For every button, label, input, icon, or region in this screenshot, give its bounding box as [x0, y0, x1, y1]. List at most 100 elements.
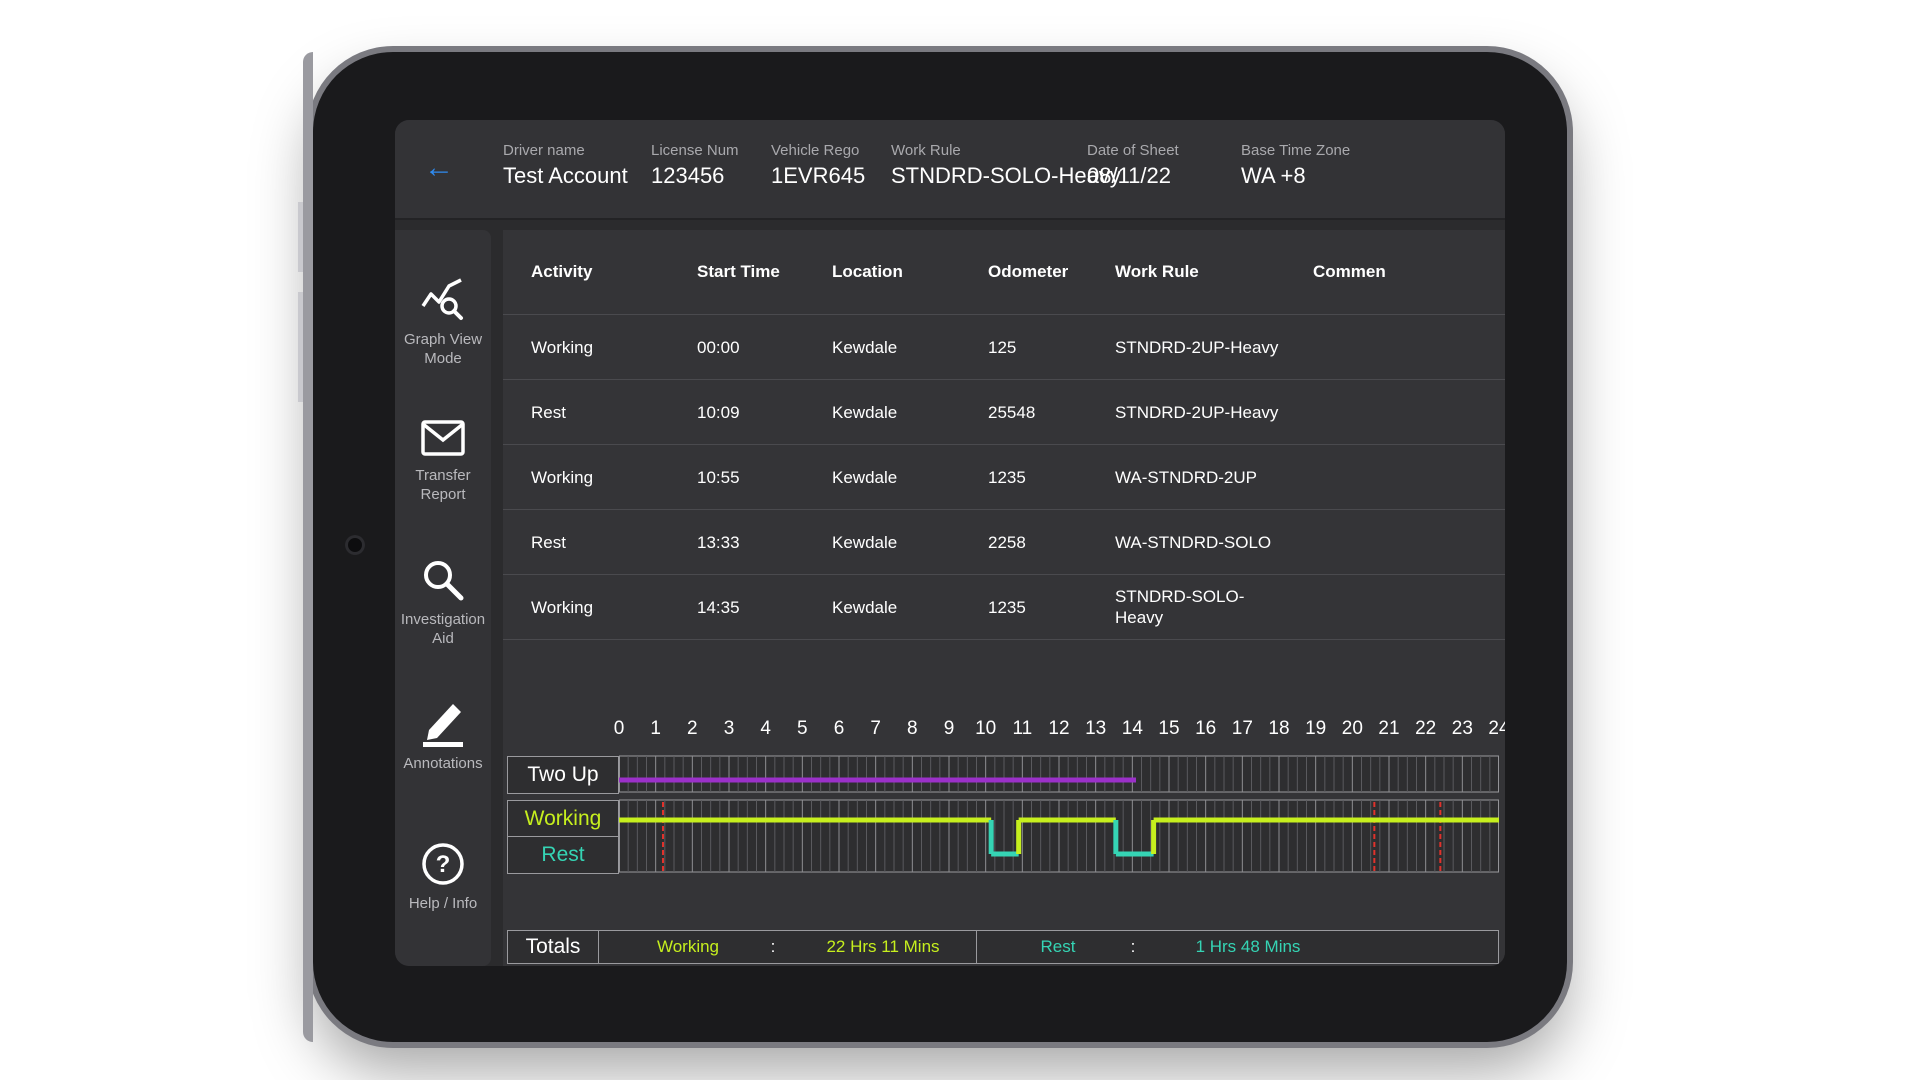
- location-cell: Kewdale: [804, 379, 960, 445]
- vehicle-rego-label: Vehicle Rego: [771, 142, 860, 159]
- hour-tick-label: 6: [833, 718, 845, 739]
- search-icon: [424, 561, 464, 601]
- table-row[interactable]: Working 00:00 Kewdale 125 STNDRD-2UP-Hea…: [503, 314, 1505, 380]
- totals-rest-label: Rest: [1040, 937, 1076, 956]
- pencil-icon: [423, 704, 463, 747]
- timeline-graph: 0 1 2 3 4 5 6 7 8 9 10 11 12 13 14 15 16 17 18 19 20 21 22 23 24…: [503, 718, 1505, 966]
- comment-cell: [1285, 444, 1505, 510]
- help-circle-icon: ?: [422, 843, 464, 885]
- odometer-cell: 2258: [960, 509, 1087, 575]
- nav-graph-view-mode[interactable]: Graph View Mode: [395, 276, 491, 368]
- totals-divider: [976, 931, 977, 963]
- totals-rest-separator: :: [1130, 937, 1136, 956]
- nav-label: Transfer Report: [415, 467, 471, 503]
- hour-tick-label: 4: [760, 718, 771, 739]
- header-bar: ← Driver name Test Account License Num 1…: [395, 120, 1505, 220]
- location-cell: Kewdale: [804, 574, 960, 640]
- start-time-cell: 00:00: [669, 314, 804, 380]
- date-of-sheet-field: Date of Sheet 08/11/22: [1087, 142, 1179, 189]
- volume-button: [298, 202, 304, 272]
- nav-label: Annotations: [403, 755, 483, 772]
- hour-tick-label: 22: [1415, 718, 1437, 739]
- nav-annotations[interactable]: Annotations: [395, 698, 491, 773]
- location-cell: Kewdale: [804, 509, 960, 575]
- odometer-cell: 125: [960, 314, 1087, 380]
- start-time-cell: 10:55: [669, 444, 804, 510]
- table-row[interactable]: Rest 13:33 Kewdale 2258 WA-STNDRD-SOLO: [503, 509, 1505, 575]
- totals-working-separator: :: [770, 937, 776, 956]
- comment-cell: [1285, 509, 1505, 575]
- table-row[interactable]: Rest 10:09 Kewdale 25548 STNDRD-2UP-Heav…: [503, 379, 1505, 445]
- hour-tick-label: 20: [1341, 718, 1363, 739]
- vehicle-rego-value: 1EVR645: [771, 163, 866, 188]
- work-rule-cell: STNDRD-2UP-Heavy: [1087, 314, 1285, 380]
- driver-name-field: Driver name Test Account: [503, 142, 628, 189]
- hour-tick-label: 12: [1048, 718, 1070, 739]
- hour-tick-label: 10: [975, 718, 997, 739]
- hour-tick-label: 0: [613, 718, 625, 739]
- driver-name-label: Driver name: [503, 142, 585, 159]
- envelope-icon: [421, 420, 465, 456]
- hour-tick-label: 17: [1231, 718, 1253, 739]
- col-activity[interactable]: Activity: [503, 230, 669, 315]
- hour-tick-label: 9: [943, 718, 955, 739]
- nav-investigation-aid[interactable]: Investigation Aid: [395, 556, 491, 648]
- graph-search-icon: [421, 278, 463, 320]
- sidebar: Graph View Mode Transfer Report Investig…: [395, 230, 491, 966]
- totals-label: Totals: [508, 931, 599, 963]
- two-up-row-label: Two Up: [507, 756, 619, 794]
- hour-tick-label: 24: [1488, 718, 1505, 739]
- base-time-zone-label: Base Time Zone: [1241, 142, 1351, 159]
- comment-cell: [1285, 574, 1505, 640]
- comment-cell: [1285, 379, 1505, 445]
- location-cell: Kewdale: [804, 314, 960, 380]
- work-rule-cell: STNDRD-SOLO-Heavy: [1087, 574, 1285, 640]
- location-cell: Kewdale: [804, 444, 960, 510]
- vehicle-rego-field: Vehicle Rego 1EVR645: [771, 142, 865, 189]
- table-row[interactable]: Working 10:55 Kewdale 1235 WA-STNDRD-2UP: [503, 444, 1505, 510]
- working-row-label: Working: [507, 800, 619, 838]
- col-location[interactable]: Location: [804, 230, 960, 315]
- hour-tick-label: 11: [1012, 718, 1033, 739]
- activity-cell: Working: [503, 574, 669, 640]
- driver-name-value: Test Account: [503, 163, 628, 188]
- license-num-label: License Num: [651, 142, 739, 159]
- hour-tick-label: 8: [907, 718, 918, 739]
- activity-cell: Rest: [503, 509, 669, 575]
- table-row[interactable]: Working 14:35 Kewdale 1235 STNDRD-SOLO-H…: [503, 574, 1505, 640]
- hour-tick-label: 3: [723, 718, 735, 739]
- start-time-cell: 10:09: [669, 379, 804, 445]
- comment-cell: [1285, 314, 1505, 380]
- totals-bar: Totals Working : 22 Hrs 11 Mins Rest : 1…: [507, 930, 1499, 964]
- license-num-value: 123456: [651, 163, 725, 188]
- activity-cell: Working: [503, 314, 669, 380]
- hour-tick-label: 7: [870, 718, 881, 739]
- base-time-zone-field: Base Time Zone WA +8: [1241, 142, 1350, 189]
- hour-tick-label: 21: [1378, 718, 1400, 739]
- timeline-chart: [619, 755, 1499, 873]
- col-comment[interactable]: Commen: [1285, 230, 1505, 315]
- date-of-sheet-label: Date of Sheet: [1087, 142, 1179, 159]
- odometer-cell: 1235: [960, 444, 1087, 510]
- rest-row-label: Rest: [507, 836, 619, 874]
- table-header-row: Activity Start Time Location Odometer Wo…: [503, 230, 1505, 315]
- hour-tick-label: 5: [797, 718, 808, 739]
- col-start-time[interactable]: Start Time: [669, 230, 804, 315]
- nav-transfer-report[interactable]: Transfer Report: [395, 416, 491, 504]
- work-rule-cell: STNDRD-2UP-Heavy: [1087, 379, 1285, 445]
- arrow-left-icon[interactable]: ←: [417, 146, 461, 190]
- hour-tick-label: 23: [1451, 718, 1473, 739]
- odometer-cell: 25548: [960, 379, 1087, 445]
- totals-working-value: 22 Hrs 11 Mins: [826, 937, 940, 956]
- start-time-cell: 14:35: [669, 574, 804, 640]
- app-screen: ← Driver name Test Account License Num 1…: [395, 120, 1505, 966]
- hour-tick-label: 2: [687, 718, 698, 739]
- col-odometer[interactable]: Odometer: [960, 230, 1087, 315]
- activity-cell: Working: [503, 444, 669, 510]
- nav-label: Graph View Mode: [403, 331, 483, 367]
- nav-help-info[interactable]: ? Help / Info: [395, 840, 491, 913]
- hour-tick-label: 14: [1121, 718, 1143, 739]
- tablet-frame: ← Driver name Test Account License Num 1…: [298, 52, 1567, 1042]
- col-work-rule[interactable]: Work Rule: [1087, 230, 1285, 315]
- hour-tick-label: 1: [650, 718, 661, 739]
